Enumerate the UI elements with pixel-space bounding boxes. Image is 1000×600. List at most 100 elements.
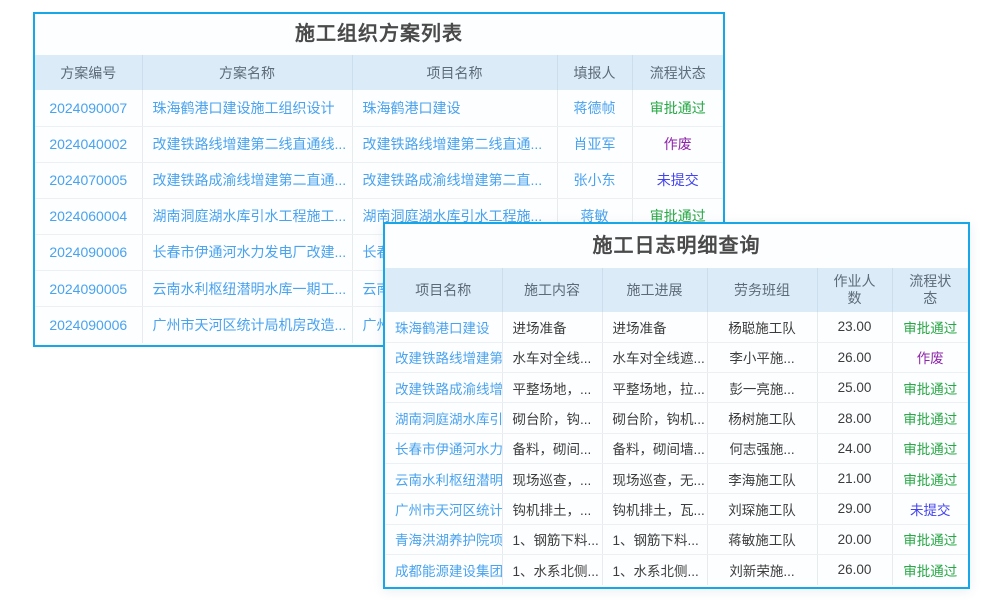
cell-labor-team: 李小平施... <box>707 342 817 372</box>
cell-project-name[interactable]: 改建铁路线增建第 <box>385 342 502 372</box>
cell-work-content: 现场巡查，... <box>502 463 602 493</box>
column-header-plan-id: 方案编号 <box>35 55 142 90</box>
column-header-project-name: 项目名称 <box>385 268 502 312</box>
cell-worker-count: 29.00 <box>817 494 892 524</box>
cell-work-progress: 砌台阶，钩机... <box>602 403 707 433</box>
column-header-work-progress: 施工进展 <box>602 268 707 312</box>
cell-status: 审批通过 <box>892 403 968 433</box>
table-row: 青海洪湖养护院项1、钢筋下料...1、钢筋下料...蒋敏施工队20.00审批通过 <box>385 524 968 554</box>
plan-list-title: 施工组织方案列表 <box>35 14 723 55</box>
cell-work-content: 1、钢筋下料... <box>502 524 602 554</box>
cell-plan-id[interactable]: 2024070005 <box>35 162 142 198</box>
column-header-worker-count: 作业人数 <box>817 268 892 312</box>
cell-work-progress: 平整场地，拉... <box>602 373 707 403</box>
cell-project-name[interactable]: 青海洪湖养护院项 <box>385 524 502 554</box>
cell-status: 审批通过 <box>892 373 968 403</box>
cell-plan-name[interactable]: 湖南洞庭湖水库引水工程施工... <box>142 198 352 234</box>
cell-plan-name[interactable]: 云南水利枢纽潜明水库一期工... <box>142 270 352 306</box>
table-row: 湖南洞庭湖水库引砌台阶，钩...砌台阶，钩机...杨树施工队28.00审批通过 <box>385 403 968 433</box>
cell-worker-count: 20.00 <box>817 524 892 554</box>
cell-plan-id[interactable]: 2024090006 <box>35 307 142 343</box>
column-header-work-content: 施工内容 <box>502 268 602 312</box>
column-header-status: 流程状态 <box>632 55 723 90</box>
cell-plan-name[interactable]: 改建铁路成渝线增建第二直通... <box>142 162 352 198</box>
cell-project-name[interactable]: 长春市伊通河水力 <box>385 433 502 463</box>
cell-filler[interactable]: 蒋德帧 <box>557 90 632 126</box>
cell-status: 审批通过 <box>892 433 968 463</box>
cell-work-content: 1、水系北侧... <box>502 554 602 584</box>
cell-plan-id[interactable]: 2024040002 <box>35 126 142 162</box>
cell-plan-id[interactable]: 2024090007 <box>35 90 142 126</box>
cell-work-progress: 水车对全线遮... <box>602 342 707 372</box>
cell-status: 审批通过 <box>892 554 968 584</box>
cell-filler[interactable]: 肖亚军 <box>557 126 632 162</box>
cell-labor-team: 杨聪施工队 <box>707 312 817 342</box>
table-row: 改建铁路线增建第水车对全线...水车对全线遮...李小平施...26.00作废 <box>385 342 968 372</box>
cell-plan-id[interactable]: 2024090006 <box>35 234 142 270</box>
cell-status: 审批通过 <box>892 312 968 342</box>
cell-labor-team: 彭一亮施... <box>707 373 817 403</box>
table-row: 云南水利枢纽潜明现场巡查，...现场巡查，无...李海施工队21.00审批通过 <box>385 463 968 493</box>
cell-work-content: 备料，砌间... <box>502 433 602 463</box>
header-row: 项目名称施工内容施工进展劳务班组作业人数流程状态 <box>385 268 968 312</box>
cell-work-content: 平整场地，... <box>502 373 602 403</box>
cell-work-progress: 1、钢筋下料... <box>602 524 707 554</box>
cell-worker-count: 23.00 <box>817 312 892 342</box>
table-row: 成都能源建设集团1、水系北侧...1、水系北侧...刘新荣施...26.00审批… <box>385 554 968 584</box>
cell-work-progress: 备料，砌间墙... <box>602 433 707 463</box>
cell-work-progress: 钩机排土，瓦... <box>602 494 707 524</box>
cell-work-progress: 1、水系北侧... <box>602 554 707 584</box>
cell-status: 审批通过 <box>632 90 723 126</box>
cell-work-content: 钩机排土，... <box>502 494 602 524</box>
cell-plan-name[interactable]: 珠海鹤港口建设施工组织设计 <box>142 90 352 126</box>
table-row: 长春市伊通河水力备料，砌间...备料，砌间墙...何志强施...24.00审批通… <box>385 433 968 463</box>
cell-plan-id[interactable]: 2024090005 <box>35 270 142 306</box>
cell-plan-name[interactable]: 广州市天河区统计局机房改造... <box>142 307 352 343</box>
cell-project-name[interactable]: 改建铁路成渝线增建第二直... <box>352 162 557 198</box>
cell-project-name[interactable]: 云南水利枢纽潜明 <box>385 463 502 493</box>
cell-project-name[interactable]: 珠海鹤港口建设 <box>385 312 502 342</box>
table-row: 广州市天河区统计钩机排土，...钩机排土，瓦...刘琛施工队29.00未提交 <box>385 494 968 524</box>
table-row: 改建铁路成渝线增平整场地，...平整场地，拉...彭一亮施...25.00审批通… <box>385 373 968 403</box>
cell-labor-team: 刘琛施工队 <box>707 494 817 524</box>
cell-work-progress: 现场巡查，无... <box>602 463 707 493</box>
cell-project-name[interactable]: 成都能源建设集团 <box>385 554 502 584</box>
cell-work-content: 进场准备 <box>502 312 602 342</box>
cell-status: 审批通过 <box>892 524 968 554</box>
log-query-table: 项目名称施工内容施工进展劳务班组作业人数流程状态珠海鹤港口建设进场准备进场准备杨… <box>385 268 968 585</box>
cell-labor-team: 刘新荣施... <box>707 554 817 584</box>
cell-worker-count: 25.00 <box>817 373 892 403</box>
cell-worker-count: 21.00 <box>817 463 892 493</box>
cell-work-content: 砌台阶，钩... <box>502 403 602 433</box>
log-query-title: 施工日志明细查询 <box>385 224 968 268</box>
cell-status: 未提交 <box>892 494 968 524</box>
cell-project-name[interactable]: 珠海鹤港口建设 <box>352 90 557 126</box>
table-row: 2024090007珠海鹤港口建设施工组织设计珠海鹤港口建设蒋德帧审批通过 <box>35 90 723 126</box>
column-header-status: 流程状态 <box>892 268 968 312</box>
cell-project-name[interactable]: 改建铁路线增建第二线直通... <box>352 126 557 162</box>
cell-plan-name[interactable]: 长春市伊通河水力发电厂改建... <box>142 234 352 270</box>
cell-project-name[interactable]: 湖南洞庭湖水库引 <box>385 403 502 433</box>
cell-work-progress: 进场准备 <box>602 312 707 342</box>
cell-project-name[interactable]: 改建铁路成渝线增 <box>385 373 502 403</box>
column-header-plan-name: 方案名称 <box>142 55 352 90</box>
header-row: 方案编号方案名称项目名称填报人流程状态 <box>35 55 723 90</box>
cell-plan-id[interactable]: 2024060004 <box>35 198 142 234</box>
cell-worker-count: 28.00 <box>817 403 892 433</box>
cell-labor-team: 何志强施... <box>707 433 817 463</box>
cell-worker-count: 26.00 <box>817 342 892 372</box>
column-header-project-name: 项目名称 <box>352 55 557 90</box>
cell-status: 作废 <box>892 342 968 372</box>
cell-status: 未提交 <box>632 162 723 198</box>
cell-status: 作废 <box>632 126 723 162</box>
cell-work-content: 水车对全线... <box>502 342 602 372</box>
table-row: 2024040002改建铁路线增建第二线直通线...改建铁路线增建第二线直通..… <box>35 126 723 162</box>
cell-status: 审批通过 <box>892 463 968 493</box>
page: 施工组织方案列表 方案编号方案名称项目名称填报人流程状态2024090007珠海… <box>0 0 1000 600</box>
column-header-filler: 填报人 <box>557 55 632 90</box>
cell-project-name[interactable]: 广州市天河区统计 <box>385 494 502 524</box>
cell-plan-name[interactable]: 改建铁路线增建第二线直通线... <box>142 126 352 162</box>
log-query-panel: 施工日志明细查询 项目名称施工内容施工进展劳务班组作业人数流程状态珠海鹤港口建设… <box>383 222 970 589</box>
cell-worker-count: 26.00 <box>817 554 892 584</box>
cell-filler[interactable]: 张小东 <box>557 162 632 198</box>
